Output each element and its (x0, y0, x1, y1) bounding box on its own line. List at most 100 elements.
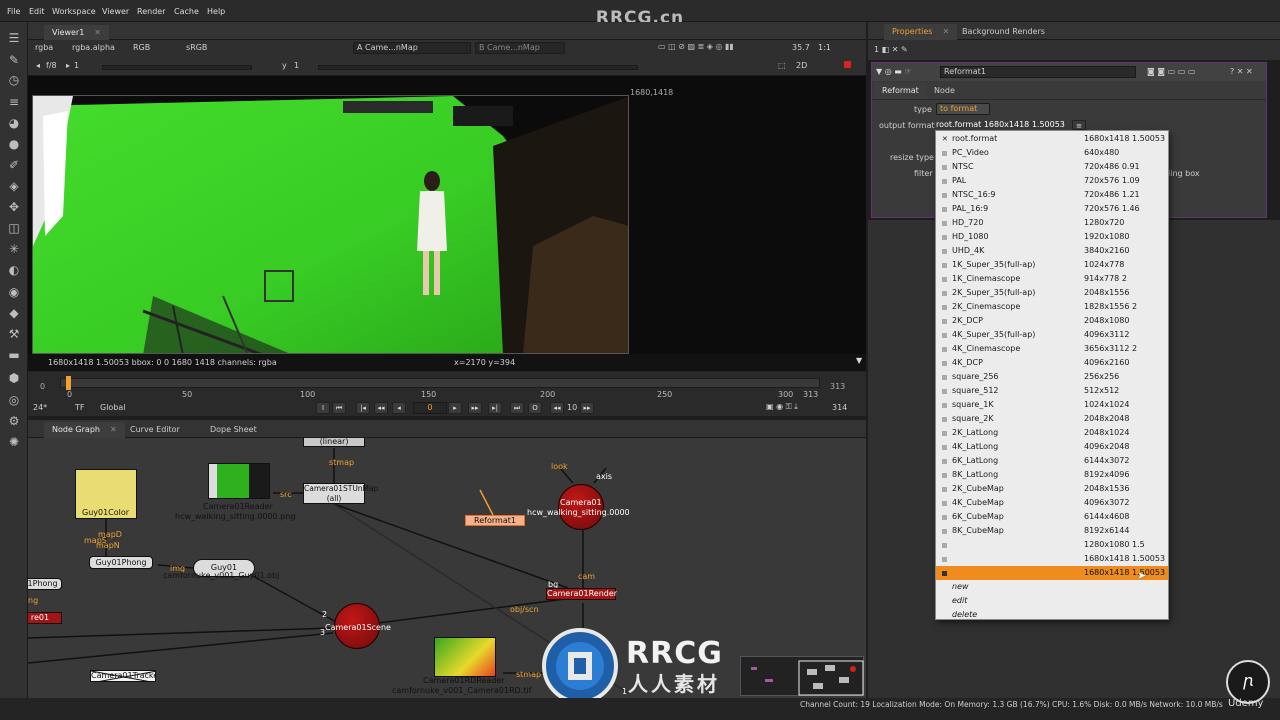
next-frame-icon[interactable]: ▸▸ (468, 402, 482, 414)
max-panels-icon[interactable]: 1 ◧ ✕ ✎ (874, 45, 908, 54)
deep-icon[interactable]: ◐ (6, 262, 22, 278)
tab-properties[interactable]: Properties ✕ (884, 24, 958, 40)
plugin-icon[interactable]: ◎ (6, 392, 22, 408)
tab-curve-editor[interactable]: Curve Editor (122, 422, 188, 438)
input-a-select[interactable]: A Came...nMap (353, 42, 471, 54)
format-option[interactable]: 4K_CubeMap 4096x3072 (936, 496, 1168, 510)
menu-icon[interactable]: ☰ (6, 30, 22, 46)
format-option[interactable]: 2K_DCP 2048x1080 (936, 314, 1168, 328)
fstop-value[interactable]: f/8 (46, 61, 57, 70)
fstop-icon[interactable]: ◂ (36, 61, 40, 70)
channel-icon[interactable]: ≡ (6, 94, 22, 110)
format-option[interactable]: 6K_LatLong 6144x3072 (936, 454, 1168, 468)
format-option[interactable]: 4K_DCP 4096x2160 (936, 356, 1168, 370)
panel-color-icons[interactable]: ◙ ◙ ▭ ▭ ▭ (1147, 67, 1195, 76)
color-icon[interactable]: ◕ (6, 115, 22, 131)
exposure-value[interactable]: 1 (74, 61, 79, 70)
camera01reader-node[interactable] (208, 463, 270, 499)
format-option[interactable]: 1680x1418 1.50053 (936, 552, 1168, 566)
global-select[interactable]: Global (100, 403, 126, 412)
camera01-node[interactable] (558, 484, 604, 530)
play-backward-icon[interactable]: ◂ (392, 402, 406, 414)
format-option[interactable]: UHD_4K 3840x2160 (936, 244, 1168, 258)
first-frame-icon[interactable]: ⏮ (332, 402, 346, 414)
format-option[interactable]: ✕ root.format 1680x1418 1.50053 (936, 132, 1168, 146)
phong-node-left[interactable]: 01Phong (28, 578, 62, 590)
settings-icon[interactable]: ✺ (6, 434, 22, 450)
format-option[interactable]: 1K_Super_35(full-ap) 1024x778 (936, 258, 1168, 272)
format-option[interactable]: 4K_Super_35(full-ap) 4096x3112 (936, 328, 1168, 342)
next-key-icon[interactable]: ▸| (488, 402, 502, 414)
menu-workspace[interactable]: Workspace (52, 7, 96, 16)
menu-help[interactable]: Help (207, 7, 225, 16)
channels-select[interactable]: rgba (35, 43, 53, 52)
camera01rdreader-node[interactable] (434, 637, 496, 677)
colorspace-out-select[interactable]: sRGB (186, 43, 207, 52)
stunmap-node[interactable]: Camera01STUnMap (all) (303, 483, 378, 504)
viewer-menu-arrow-icon[interactable]: ▼ (856, 356, 862, 365)
linear-node[interactable]: (linear) (303, 438, 365, 447)
format-option[interactable]: PC_Video 640x480 (936, 146, 1168, 160)
transform-icon[interactable]: ✥ (6, 199, 22, 215)
format-option[interactable]: 8K_CubeMap 8192x6144 (936, 524, 1168, 538)
format-option[interactable]: HD_1080 1920x1080 (936, 230, 1168, 244)
layers-icon[interactable]: ◈ (6, 178, 22, 194)
format-option[interactable]: 2K_Cinemascope 1828x1556 2 (936, 300, 1168, 314)
gamma-value[interactable]: 1 (294, 61, 299, 70)
step-forward-icon[interactable]: ▸▸ (580, 402, 594, 414)
pencil-icon[interactable]: ✎ (6, 52, 22, 68)
tf-select[interactable]: TF (75, 403, 85, 412)
pause-viewer-icon[interactable] (844, 61, 851, 68)
panel-window-icons[interactable]: ? ✕ ✕ (1230, 67, 1253, 76)
format-option[interactable]: 4K_Cinemascope 3656x3112 2 (936, 342, 1168, 356)
menu-edit[interactable]: Edit (29, 7, 45, 16)
roi-icon[interactable]: ⬚ (778, 61, 786, 70)
play-forward-icon[interactable]: ▸ (448, 402, 462, 414)
menu-cache[interactable]: Cache (174, 7, 199, 16)
timeline-end-frame[interactable]: 314 (832, 403, 847, 412)
flipbook-icons[interactable]: ▣ ◉ ⚿ ⤓ (766, 402, 798, 412)
format-option[interactable]: square_512 512x512 (936, 384, 1168, 398)
menu-render[interactable]: Render (137, 7, 165, 16)
panel-header-icons[interactable]: ▼ ◎ ▬ ☞ (876, 67, 912, 76)
output-format-dropdown[interactable]: ✕ root.format 1680x1418 1.50053 PC_Video 640… (935, 130, 1169, 620)
fps-select[interactable]: 24* (33, 403, 47, 412)
cube-icon[interactable]: ◫ (6, 220, 22, 236)
format-option[interactable]: 1680x1418 1.50053 (936, 566, 1168, 580)
shield-icon[interactable]: ⬢ (6, 370, 22, 386)
close-icon[interactable]: ✕ (94, 28, 101, 37)
loop-icon[interactable]: O (528, 402, 542, 414)
format-option[interactable]: square_2K 2048x2048 (936, 412, 1168, 426)
format-option[interactable]: 2K_Super_35(full-ap) 2048x1556 (936, 286, 1168, 300)
trackers-node[interactable]: Camera01Trackers (90, 670, 156, 682)
tab-background-renders[interactable]: Background Renders (954, 24, 1053, 40)
tab-reformat[interactable]: Reformat (874, 83, 927, 99)
format-option[interactable]: new (936, 580, 1168, 594)
prev-key-icon[interactable]: |◂ (356, 402, 370, 414)
tab-node[interactable]: Node (926, 83, 963, 99)
alpha-select[interactable]: rgba.alpha (72, 43, 115, 52)
format-option[interactable]: 1280x1080 1.5 (936, 538, 1168, 552)
node-graph-minimap[interactable] (740, 656, 864, 696)
format-option[interactable]: edit (936, 594, 1168, 608)
playhead[interactable] (66, 376, 71, 390)
step-back-icon[interactable]: ◂◂ (550, 402, 564, 414)
menu-file[interactable]: File (7, 7, 20, 16)
current-frame-field[interactable]: 0 (413, 402, 447, 414)
colorspace-in-select[interactable]: RGB (133, 43, 150, 52)
tab-dope-sheet[interactable]: Dope Sheet (202, 422, 265, 438)
input-b-select[interactable]: B Came...nMap (475, 42, 565, 54)
format-option[interactable]: PAL_16:9 720x576 1.46 (936, 202, 1168, 216)
last-frame-icon[interactable]: ⏭ (510, 402, 524, 414)
node-name-field[interactable]: Reformat1 (940, 66, 1136, 78)
prev-frame-icon[interactable]: ◂◂ (374, 402, 388, 414)
gamma-slider[interactable] (318, 65, 638, 70)
menu-viewer[interactable]: Viewer (102, 7, 129, 16)
viewer-tools-icons[interactable]: ▭ ◫ ⊘ ▨ ≣ ◈ ◎ ▮▮ (658, 42, 734, 51)
play-small-icon[interactable]: ▸ (66, 61, 70, 70)
tab-node-graph[interactable]: Node Graph ✕ (44, 422, 125, 438)
reformat1-node[interactable]: Reformat1 (465, 515, 525, 526)
format-option[interactable]: square_1K 1024x1024 (936, 398, 1168, 412)
tab-viewer1[interactable]: Viewer1 ✕ (44, 25, 109, 41)
format-option[interactable]: 8K_LatLong 8192x4096 (936, 468, 1168, 482)
